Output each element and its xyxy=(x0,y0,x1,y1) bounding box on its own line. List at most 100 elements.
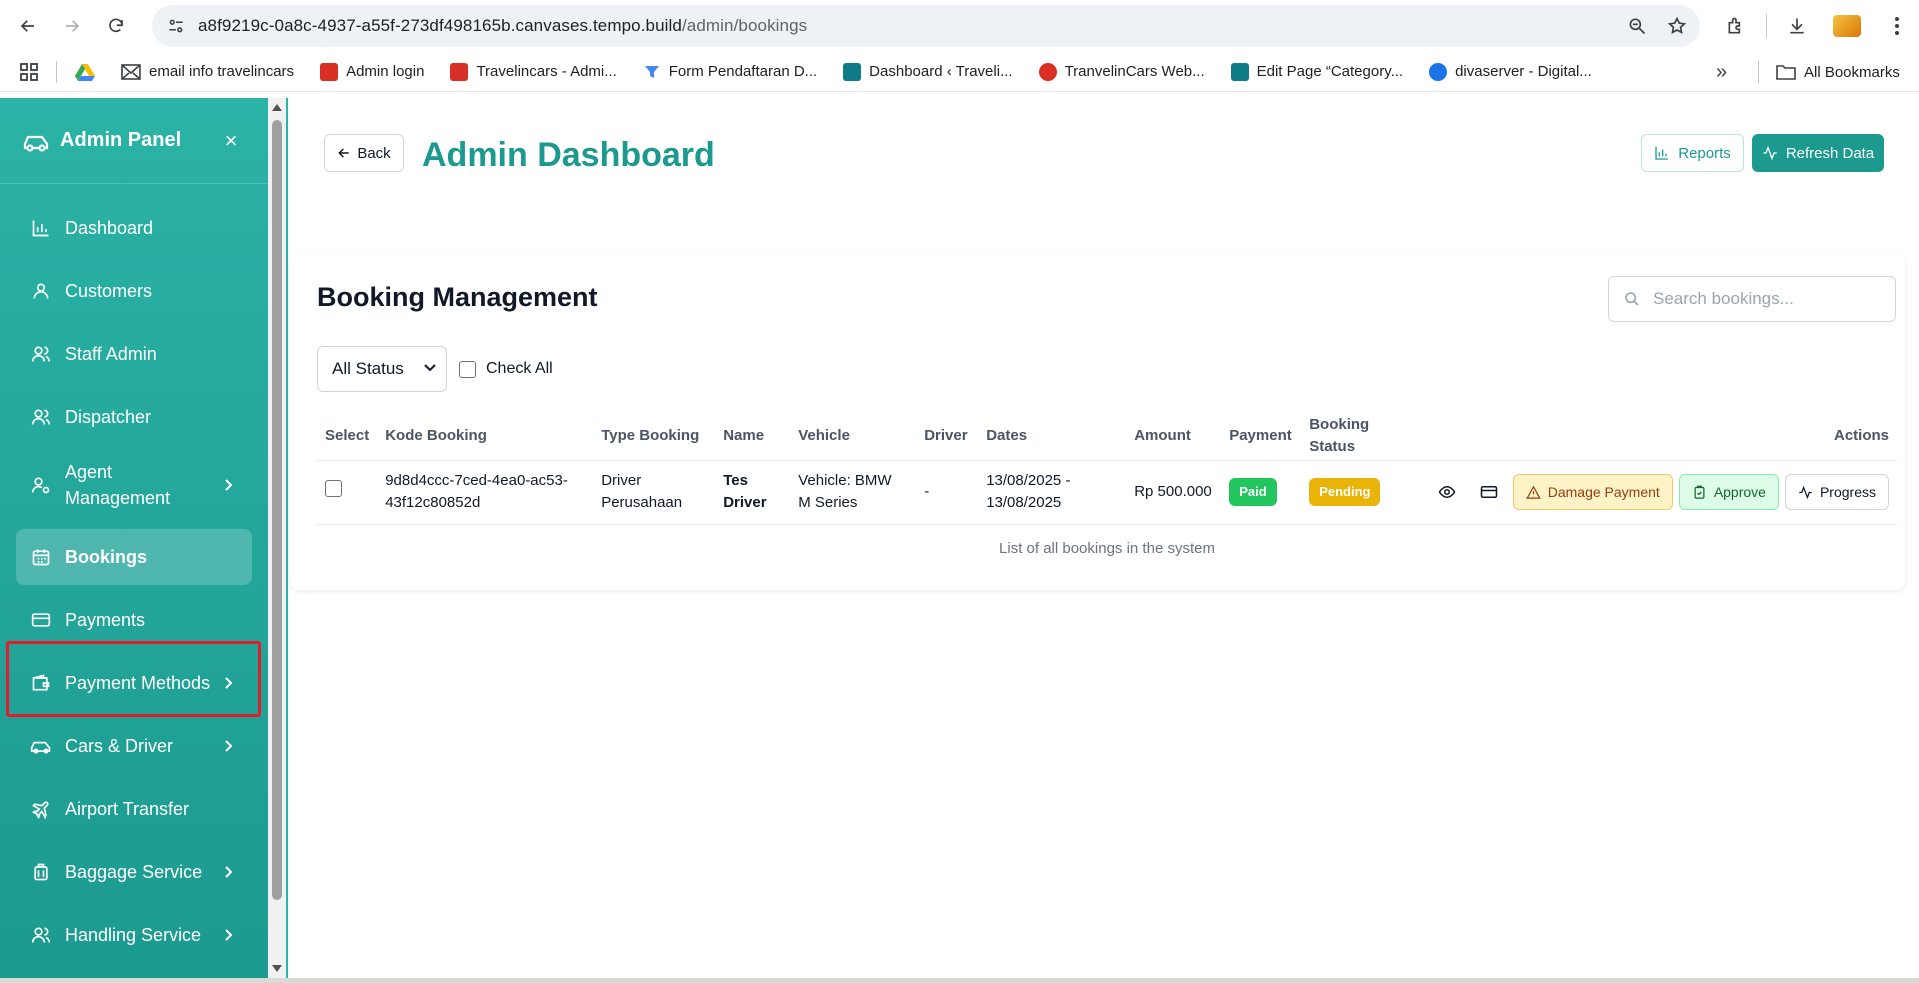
back-button[interactable]: Back xyxy=(324,134,404,172)
forward-arrow-icon[interactable] xyxy=(52,6,92,46)
sidebar-item-staff-admin[interactable]: Staff Admin xyxy=(16,326,252,382)
bookmarks-bar: email info travelincars Admin login Trav… xyxy=(0,52,1919,92)
reload-icon[interactable] xyxy=(96,6,136,46)
sidebar-item-agent-management[interactable]: Agent Management xyxy=(16,452,252,518)
check-all[interactable]: Check All xyxy=(459,360,553,378)
sidebar-item-bookings[interactable]: Bookings xyxy=(16,529,252,585)
profile-avatar[interactable] xyxy=(1827,6,1867,46)
table-row: 9d8d4ccc-7ced-4ea0-ac53- 43f12c80852d Dri… xyxy=(317,460,1897,525)
column-header-name: Name xyxy=(715,412,791,461)
scroll-down-arrow-icon[interactable] xyxy=(272,965,282,972)
extensions-icon[interactable] xyxy=(1716,6,1756,46)
download-icon[interactable] xyxy=(1777,6,1817,46)
column-header-kode-booking: Kode Booking xyxy=(377,412,594,461)
amount-cell: Rp 500.000 xyxy=(1126,460,1222,525)
activity-icon xyxy=(1763,145,1777,161)
reports-button[interactable]: Reports xyxy=(1641,134,1744,172)
payment-status-badge: Paid xyxy=(1229,478,1277,506)
booking-status-badge: Pending xyxy=(1309,478,1381,506)
booking-status-cell: Pending xyxy=(1301,460,1392,525)
sidebar-item-payment-methods[interactable]: Payment Methods xyxy=(16,655,252,711)
search-icon xyxy=(1623,290,1641,308)
bookings-table: Select Kode Booking Type Booking Name Ve… xyxy=(317,412,1897,525)
table-caption: List of all bookings in the system xyxy=(999,540,1215,557)
row-checkbox[interactable] xyxy=(325,480,342,497)
refresh-data-button[interactable]: Refresh Data xyxy=(1752,134,1884,172)
name-cell: Tes Driver xyxy=(715,460,791,525)
payment-cell: Paid xyxy=(1221,460,1302,525)
bookmark-travelincars-admin[interactable]: Travelincars - Admi... xyxy=(450,62,617,81)
column-header-driver: Driver xyxy=(916,412,979,461)
driver-cell: - xyxy=(916,460,979,525)
filter-row: All Status Check All xyxy=(317,346,553,392)
bookmark-star-icon[interactable] xyxy=(1664,13,1690,39)
scroll-up-arrow-icon[interactable] xyxy=(272,104,282,111)
folder-icon xyxy=(1776,65,1796,80)
bookmark-tranvelincars-web[interactable]: TranvelinCars Web... xyxy=(1038,62,1205,81)
arrow-left-icon xyxy=(338,148,349,158)
site-info-icon[interactable] xyxy=(166,16,186,36)
booking-management-card: Booking Management All Status Check All … xyxy=(290,250,1905,590)
status-filter-select[interactable]: All Status xyxy=(317,346,447,392)
site-favicon xyxy=(450,62,469,81)
user-cog-icon xyxy=(30,474,52,496)
column-header-booking-status: Booking Status xyxy=(1301,412,1392,461)
page-title: Admin Dashboard xyxy=(422,136,715,174)
sidebar-header: Admin Panel × xyxy=(0,98,268,184)
luggage-icon xyxy=(30,861,52,883)
sidebar-item-dashboard[interactable]: Dashboard xyxy=(16,200,252,256)
bookmark-drive[interactable] xyxy=(75,63,95,81)
credit-card-icon xyxy=(30,609,52,631)
chevron-right-icon xyxy=(222,676,236,690)
damage-payment-button[interactable]: Damage Payment xyxy=(1512,474,1673,510)
zoom-icon[interactable] xyxy=(1624,13,1650,39)
search-box[interactable] xyxy=(1608,276,1896,322)
sidebar-scrollbar[interactable] xyxy=(268,98,286,978)
chevron-right-icon xyxy=(222,739,236,753)
kebab-menu-icon[interactable] xyxy=(1877,6,1917,46)
column-header-payment: Payment xyxy=(1221,412,1302,461)
calendar-icon xyxy=(30,546,52,568)
section-title: Booking Management xyxy=(317,282,598,312)
sidebar-item-cars-driver[interactable]: Cars & Driver xyxy=(16,718,252,774)
user-icon xyxy=(30,280,52,302)
check-all-checkbox[interactable] xyxy=(459,360,476,378)
url-text: a8f9219c-0a8c-4937-a55f-273df498165b.can… xyxy=(198,16,808,35)
all-bookmarks[interactable]: All Bookmarks xyxy=(1776,52,1900,92)
sidebar-item-payments[interactable]: Payments xyxy=(16,592,252,648)
sidebar-item-airport-transfer[interactable]: Airport Transfer xyxy=(16,781,252,837)
users-icon xyxy=(30,924,52,946)
view-eye-icon[interactable] xyxy=(1429,474,1465,510)
bookmark-form-pendaftaran[interactable]: Form Pendaftaran D... xyxy=(643,63,817,81)
payment-card-icon[interactable] xyxy=(1471,474,1507,510)
back-arrow-icon[interactable] xyxy=(8,6,48,46)
column-header-dates: Dates xyxy=(978,412,1127,461)
mail-icon xyxy=(121,63,141,80)
form-favicon xyxy=(644,65,659,78)
table-header-row: Select Kode Booking Type Booking Name Ve… xyxy=(317,412,1897,461)
sidebar-item-handling-service[interactable]: Handling Service xyxy=(16,907,252,963)
bottom-strip xyxy=(0,978,1919,983)
bookmark-email[interactable]: email info travelincars xyxy=(121,63,294,81)
sidebar-item-baggage-service[interactable]: Baggage Service xyxy=(16,844,252,900)
sidebar-item-dispatcher[interactable]: Dispatcher xyxy=(16,389,252,445)
search-input[interactable] xyxy=(1653,289,1883,309)
bookmark-admin-login[interactable]: Admin login xyxy=(320,62,424,81)
sidebar-item-customers[interactable]: Customers xyxy=(16,263,252,319)
sidebar-nav: Dashboard Customers Staff Admin Dispatch… xyxy=(0,184,268,963)
apps-grid-icon[interactable] xyxy=(20,62,38,81)
users-icon xyxy=(30,406,52,428)
close-icon[interactable]: × xyxy=(216,126,246,156)
approve-button[interactable]: Approve xyxy=(1678,474,1779,510)
kode-booking-cell: 9d8d4ccc-7ced-4ea0-ac53- 43f12c80852d xyxy=(377,460,594,525)
browser-toolbar: a8f9219c-0a8c-4937-a55f-273df498165b.can… xyxy=(0,0,1919,52)
progress-button[interactable]: Progress xyxy=(1784,474,1889,510)
bookmark-edit-page[interactable]: Edit Page “Category... xyxy=(1230,62,1403,81)
bookmark-dashboard-traveli[interactable]: Dashboard ‹ Traveli... xyxy=(843,62,1013,81)
clipboard-check-icon xyxy=(1694,485,1705,499)
site-favicon xyxy=(1230,62,1249,81)
bookmark-divaserver[interactable]: divaserver - Digital... xyxy=(1429,62,1592,81)
more-bookmarks-icon[interactable]: » xyxy=(1716,52,1727,92)
scrollbar-thumb[interactable] xyxy=(272,120,282,900)
address-bar[interactable]: a8f9219c-0a8c-4937-a55f-273df498165b.can… xyxy=(152,5,1700,47)
